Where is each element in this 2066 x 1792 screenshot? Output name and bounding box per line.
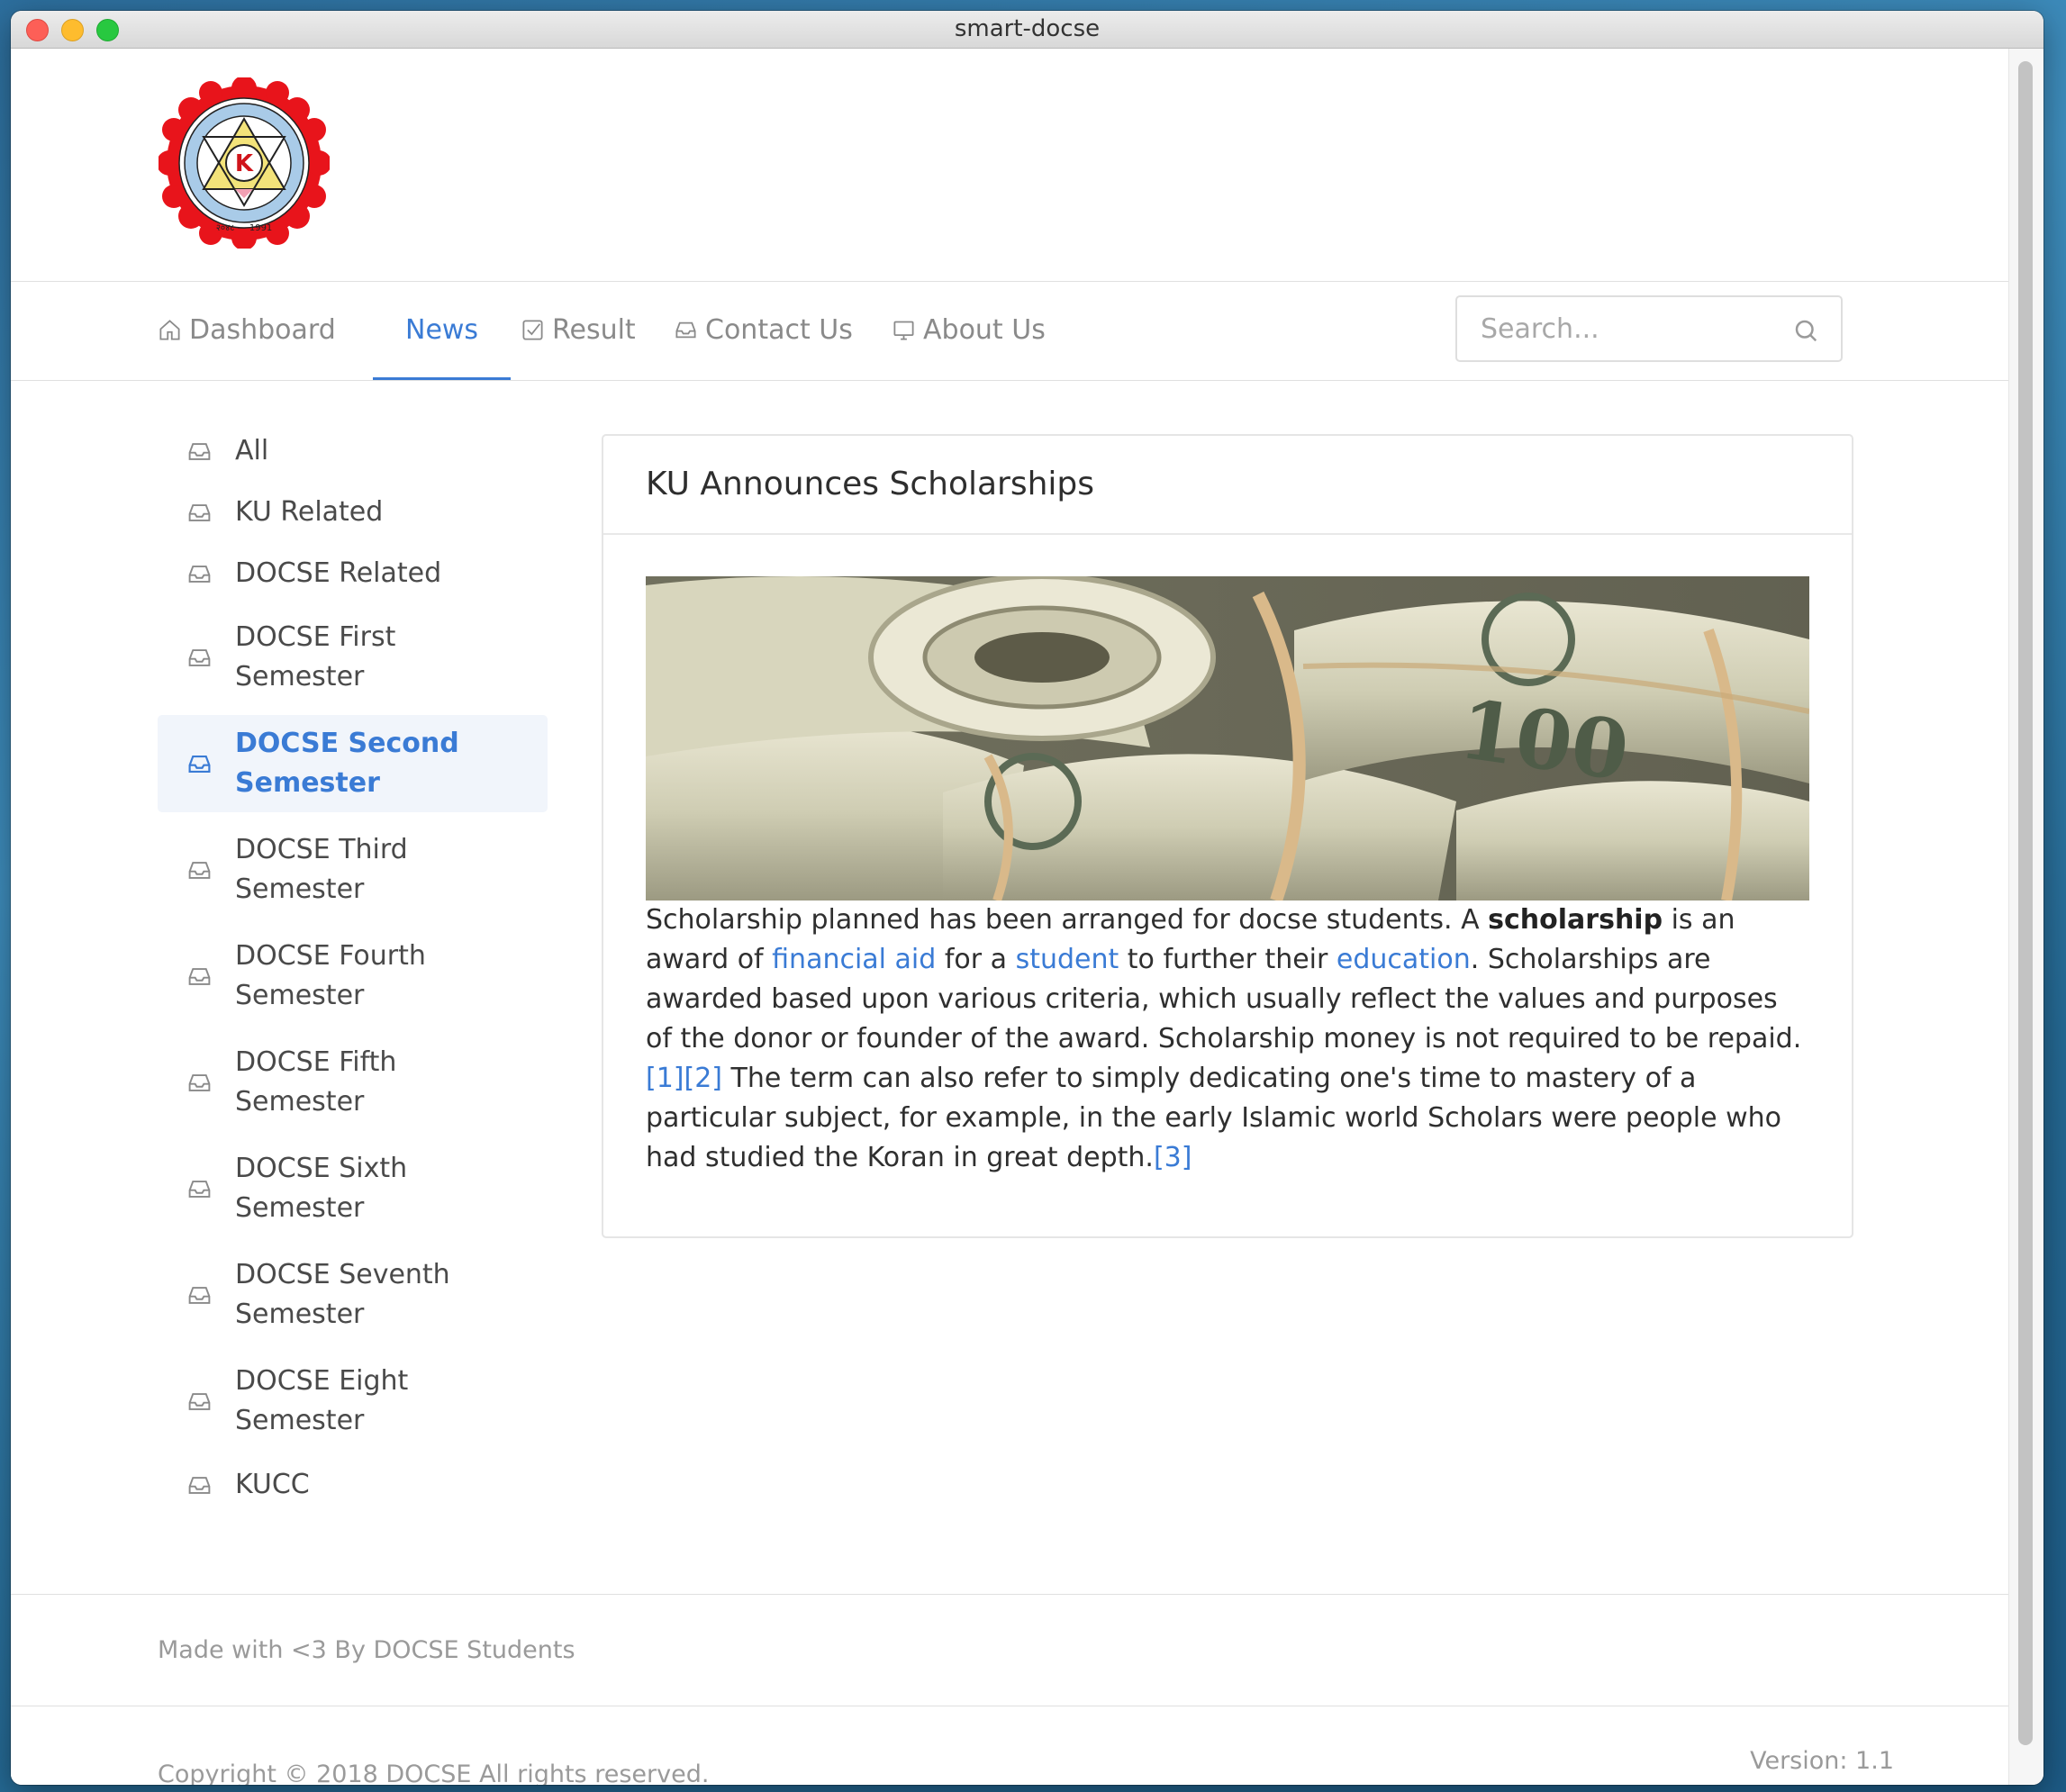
sidebar-item-all[interactable]: All [158, 425, 548, 477]
inbox-icon [675, 321, 696, 339]
vertical-scrollbar[interactable] [2008, 49, 2043, 1785]
nav-about-us-label: About Us [923, 314, 1046, 346]
nav-about-us[interactable]: About Us [892, 282, 1046, 380]
citation-link-3[interactable]: [3] [1154, 1142, 1192, 1173]
inbox-icon [188, 1181, 211, 1198]
sidebar-item-label: DOCSE Fifth [235, 1046, 397, 1078]
nav-dashboard-label: Dashboard [189, 314, 336, 346]
sidebar-item-label-line2: Semester [235, 1192, 365, 1224]
sidebar-item-label: DOCSE Fourth [235, 940, 426, 972]
copyright-text: Copyright © 2018 DOCSE All rights reserv… [158, 1760, 710, 1785]
sidebar-item-label: KUCC [235, 1469, 310, 1500]
search-input[interactable] [1479, 310, 1789, 348]
inbox-icon [188, 862, 211, 879]
sidebar-item-label: KU Related [235, 496, 384, 528]
citation-link-1[interactable]: [1] [646, 1063, 684, 1094]
article-title: KU Announces Scholarships [603, 436, 1852, 535]
sidebar-item-kucc[interactable]: KUCC [158, 1459, 548, 1511]
sidebar-item-docse-seventh-semester[interactable]: DOCSE Seventh Semester [158, 1246, 548, 1344]
sidebar-item-docse-first-semester[interactable]: DOCSE First Semester [158, 609, 548, 706]
nav-dashboard[interactable]: Dashboard [158, 282, 336, 380]
footer-credit: Made with <3 By DOCSE Students [158, 1636, 575, 1664]
article-body: 100 Scholarship planned has been arrange… [603, 535, 1852, 1219]
nav-contact-us-label: Contact Us [705, 314, 853, 346]
title-bar: smart-docse [11, 11, 2043, 49]
logo-years: २०४८ — 1991 [216, 223, 273, 233]
news-category-sidebar: All KU Related DOCSE Related DOCSE First… [158, 425, 548, 1520]
nav-result-label: Result [552, 314, 636, 346]
scrollbar-thumb[interactable] [2018, 61, 2033, 1745]
sidebar-item-docse-related[interactable]: DOCSE Related [158, 548, 548, 600]
sidebar-item-docse-sixth-semester[interactable]: DOCSE Sixth Semester [158, 1140, 548, 1237]
inbox-icon [188, 1287, 211, 1304]
footer-bottom: Copyright © 2018 DOCSE All rights reserv… [11, 1706, 2009, 1785]
top-navigation: Dashboard News Result Contact Us About U… [11, 282, 2009, 381]
sidebar-item-label: DOCSE Sixth [235, 1153, 408, 1184]
nav-result[interactable]: Result [521, 282, 636, 380]
site-header: K २०४८ — 1991 [11, 49, 2009, 282]
link-student[interactable]: student [1016, 944, 1119, 975]
sidebar-item-label: DOCSE Third [235, 834, 408, 865]
nav-contact-us[interactable]: Contact Us [674, 282, 853, 380]
inbox-icon [188, 443, 211, 460]
news-article-card: KU Announces Scholarships 100 Scholarshi… [602, 434, 1853, 1238]
inbox-icon [188, 566, 211, 583]
citation-link-2[interactable]: [2] [684, 1063, 723, 1094]
sidebar-item-docse-fifth-semester[interactable]: DOCSE Fifth Semester [158, 1034, 548, 1131]
article-text-segment: for a [936, 944, 1016, 975]
sidebar-item-label: DOCSE Second [235, 728, 459, 759]
window-title: smart-docse [954, 15, 1101, 42]
sidebar-item-label-line2: Semester [235, 873, 365, 905]
sidebar-item-docse-eight-semester[interactable]: DOCSE Eight Semester [158, 1353, 548, 1450]
link-education[interactable]: education [1337, 944, 1471, 975]
sidebar-item-docse-second-semester[interactable]: DOCSE Second Semester [158, 715, 548, 812]
logo-initials: K [235, 150, 254, 177]
sidebar-item-label: DOCSE Related [235, 557, 442, 589]
checkbox-icon [522, 320, 543, 340]
sidebar-item-label-line2: Semester [235, 980, 365, 1011]
sidebar-item-label: DOCSE Eight [235, 1365, 409, 1397]
sidebar-item-ku-related[interactable]: KU Related [158, 486, 548, 539]
article-bold-term: scholarship [1488, 904, 1663, 936]
search-box[interactable] [1455, 295, 1843, 362]
search-icon[interactable] [1792, 317, 1819, 344]
sidebar-item-label-line2: Semester [235, 1086, 365, 1118]
money-rolls-image: 100 [646, 576, 1809, 901]
inbox-icon [188, 649, 211, 666]
inbox-icon [188, 1074, 211, 1091]
nav-news-label: News [405, 314, 479, 346]
link-financial-aid[interactable]: financial aid [772, 944, 936, 975]
sidebar-item-label-line2: Semester [235, 1299, 365, 1330]
page-content: K २०४८ — 1991 Dashboard News Result Cont… [11, 49, 2009, 1785]
sidebar-item-docse-third-semester[interactable]: DOCSE Third Semester [158, 821, 548, 919]
kathmandu-university-logo[interactable]: K २०४८ — 1991 [159, 77, 330, 249]
article-text-segment: The term can also refer to simply dedica… [646, 1063, 1782, 1173]
inbox-icon [188, 1393, 211, 1410]
inbox-icon [188, 1477, 211, 1494]
sidebar-item-docse-fourth-semester[interactable]: DOCSE Fourth Semester [158, 928, 548, 1025]
article-text: Scholarship planned has been arranged fo… [646, 901, 1809, 1178]
nav-news[interactable]: News [373, 282, 512, 380]
inbox-icon [188, 968, 211, 985]
home-icon [159, 320, 180, 340]
sidebar-item-label-line2: Semester [235, 661, 365, 692]
inbox-icon [188, 755, 211, 774]
monitor-icon [893, 321, 914, 340]
inbox-icon [188, 504, 211, 521]
article-text-segment: to further their [1119, 944, 1337, 975]
article-text-segment: Scholarship planned has been arranged fo… [646, 904, 1489, 936]
footer: Made with <3 By DOCSE Students [11, 1594, 2009, 1706]
app-window: smart-docse K २०४८ — 1991 Dashboard News… [11, 11, 2043, 1785]
sidebar-item-label-line2: Semester [235, 767, 380, 799]
sidebar-item-label: All [235, 435, 269, 466]
sidebar-item-label-line2: Semester [235, 1405, 365, 1436]
version-text: Version: 1.1 [1750, 1747, 1894, 1775]
sidebar-item-label: DOCSE First [235, 621, 396, 653]
sidebar-item-label: DOCSE Seventh [235, 1259, 450, 1290]
